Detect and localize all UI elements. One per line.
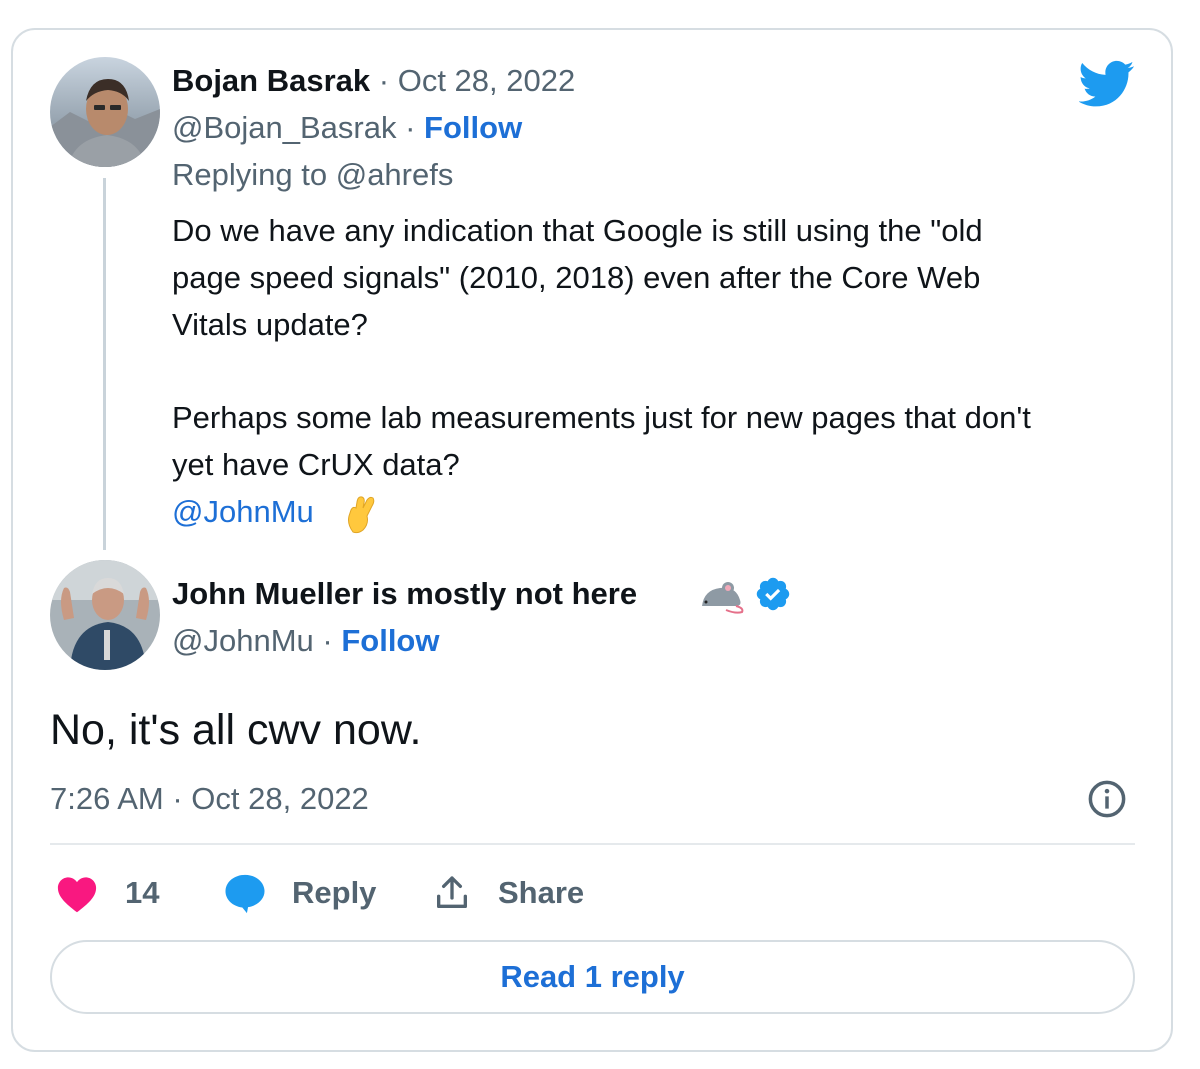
mention-row: @JohnMu [172,489,314,535]
like-count: 14 [125,875,160,910]
follow-button[interactable]: Follow [424,110,522,145]
reply-button[interactable]: Reply [222,870,376,916]
mouse-emoji-icon [702,582,744,614]
tweet-text-line: Vitals update? [172,307,368,342]
author-handle[interactable]: @JohnMu [172,623,314,658]
share-label: Share [498,875,585,910]
verified-badge-icon[interactable] [754,575,792,613]
read-reply-label: Read 1 reply [500,959,685,994]
twitter-bird-icon[interactable] [1079,60,1135,108]
tweet-date[interactable]: Oct 28, 2022 [398,63,576,98]
avatar-john[interactable] [50,560,160,670]
author-handle[interactable]: @Bojan_Basrak [172,110,396,145]
read-reply-button[interactable]: Read 1 reply [50,940,1135,1014]
share-icon [437,876,467,908]
thread-connector-line [103,178,106,550]
separator-dot: · [396,110,425,145]
main-tweet-handle-row: @JohnMu · Follow [172,618,439,664]
share-button[interactable]: Share [432,870,584,916]
replying-to: Replying to @ahrefs [172,152,453,198]
tweet-text-line: yet have CrUX data? [172,447,460,482]
heart-icon [57,877,97,913]
tweet-timestamp[interactable]: 7:26 AM · Oct 28, 2022 [50,776,369,822]
reply-label: Reply [292,875,377,910]
reply-tweet-header: Bojan Basrak · Oct 28, 2022 [172,58,575,104]
tweet-text-line: Perhaps some lab measurements just for n… [172,400,1031,435]
replying-to-label: Replying to [172,157,328,192]
main-tweet-header: John Mueller is mostly not here [172,571,637,617]
author-name[interactable]: John Mueller is mostly not here [172,576,637,611]
separator-dot: · [313,623,342,658]
main-tweet-text: No, it's all cwv now. [50,706,422,754]
crossed-fingers-icon [348,496,375,534]
reply-tweet-handle-row: @Bojan_Basrak · Follow [172,105,522,151]
follow-button[interactable]: Follow [341,623,439,658]
mention-link[interactable]: @JohnMu [172,494,314,529]
separator-dot: · [370,63,398,98]
author-name[interactable]: Bojan Basrak [172,63,370,98]
tweet-text-line: page speed signals" (2010, 2018) even af… [172,260,981,295]
tweet-text-line: Do we have any indication that Google is… [172,213,983,248]
info-icon[interactable] [1086,778,1128,820]
avatar-bojan[interactable] [50,57,160,167]
reply-bubble-icon [225,874,265,914]
like-button[interactable]: 14 [55,870,159,916]
actions-divider [50,843,1135,845]
replying-to-handle[interactable]: @ahrefs [336,157,454,192]
